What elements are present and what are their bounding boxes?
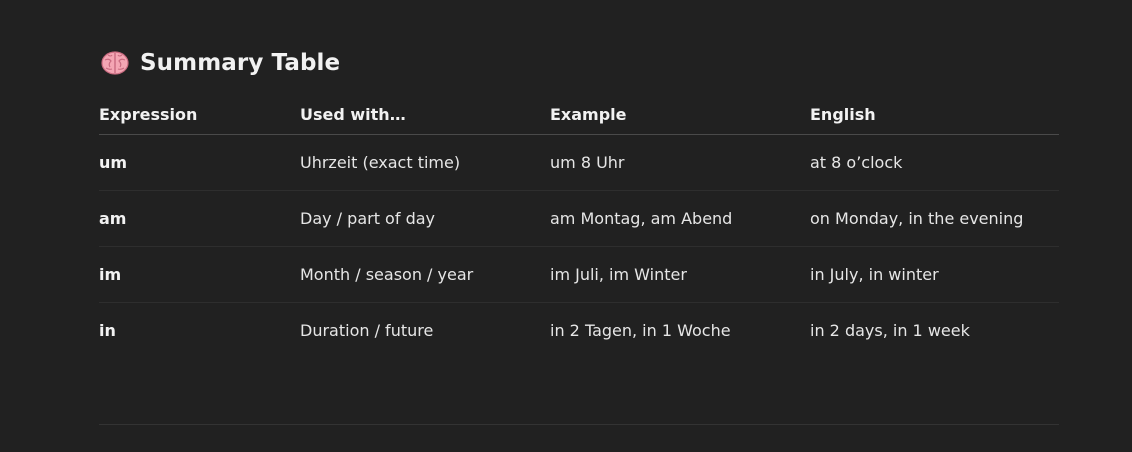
summary-section: Summary Table Expression Used with… Exam… xyxy=(99,46,1059,358)
column-header-example: Example xyxy=(550,94,810,135)
summary-table: Expression Used with… Example English um… xyxy=(99,94,1059,358)
cell-english: at 8 o’clock xyxy=(810,134,1059,191)
table-row: am Day / part of day am Montag, am Abend… xyxy=(99,190,1059,247)
cell-expression: in xyxy=(99,321,116,340)
cell-expression: im xyxy=(99,246,300,303)
cell-example: im Juli, im Winter xyxy=(550,246,810,303)
bottom-divider xyxy=(99,424,1059,425)
table-row: in Duration / future in 2 Tagen, in 1 Wo… xyxy=(99,303,1059,359)
cell-expression: um xyxy=(99,134,300,191)
cell-example: am Montag, am Abend xyxy=(550,190,810,247)
cell-used-with: Day / part of day xyxy=(300,190,550,247)
section-title: Summary Table xyxy=(140,50,341,76)
cell-english: in July, in winter xyxy=(810,246,1059,303)
cell-example: um 8 Uhr xyxy=(550,134,810,191)
column-header-expression: Expression xyxy=(99,94,300,135)
cell-example: in 2 Tagen, in 1 Woche xyxy=(550,321,731,340)
cell-used-with: Uhrzeit (exact time) xyxy=(300,134,550,191)
table-row: im Month / season / year im Juli, im Win… xyxy=(99,246,1059,303)
section-heading: Summary Table xyxy=(99,46,1059,80)
table-row: um Uhrzeit (exact time) um 8 Uhr at 8 o’… xyxy=(99,134,1059,191)
cell-english: on Monday, in the evening xyxy=(810,190,1059,247)
column-header-english: English xyxy=(810,94,1059,135)
column-header-used-with: Used with… xyxy=(300,94,550,135)
cell-english: in 2 days, in 1 week xyxy=(810,321,970,340)
brain-icon xyxy=(100,48,130,78)
cell-used-with: Duration / future xyxy=(300,321,434,340)
cell-expression: am xyxy=(99,190,300,247)
cell-used-with: Month / season / year xyxy=(300,246,550,303)
table-header-row: Expression Used with… Example English xyxy=(99,94,1059,135)
